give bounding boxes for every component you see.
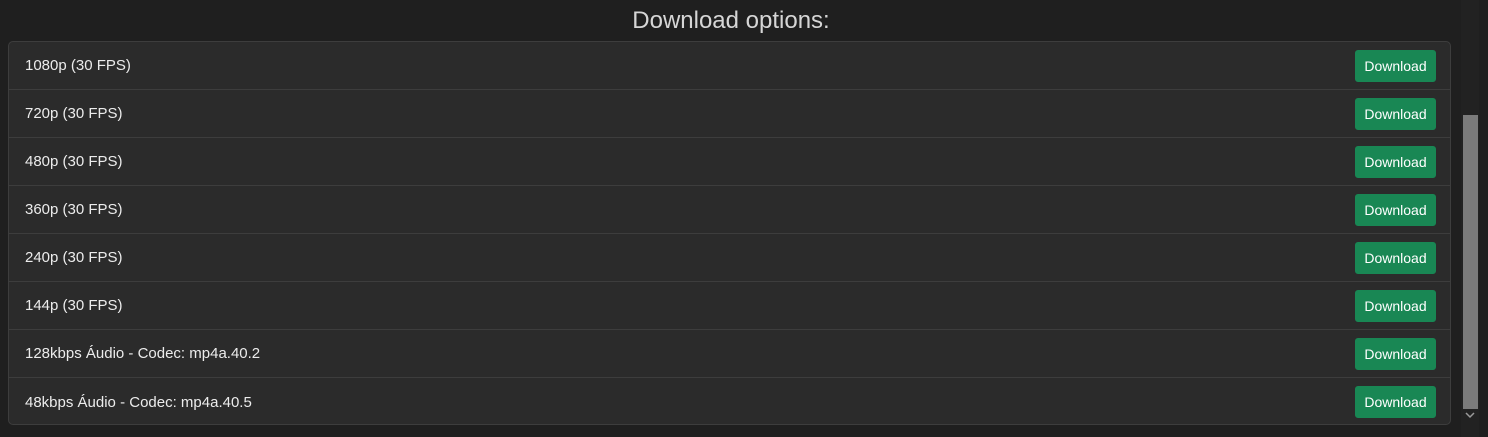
download-button[interactable]: Download [1355, 289, 1436, 322]
list-item: 144p (30 FPS) Download [9, 282, 1450, 330]
download-button[interactable]: Download [1355, 386, 1436, 418]
page: Download options: 1080p (30 FPS) Downloa… [0, 0, 1488, 437]
page-title: Download options: [632, 7, 830, 34]
option-label: 1080p (30 FPS) [25, 57, 131, 74]
download-button[interactable]: Download [1355, 193, 1436, 226]
option-label: 128kbps Áudio - Codec: mp4a.40.2 [25, 345, 261, 362]
list-item: 1080p (30 FPS) Download [9, 42, 1450, 90]
chevron-down-icon[interactable] [1461, 410, 1479, 424]
option-label: 720p (30 FPS) [25, 105, 123, 122]
option-label: 480p (30 FPS) [25, 153, 123, 170]
list-item: 360p (30 FPS) Download [9, 186, 1450, 234]
download-button[interactable]: Download [1355, 97, 1436, 130]
option-label: 48kbps Áudio - Codec: mp4a.40.5 [25, 393, 252, 411]
download-options-list: 1080p (30 FPS) Download 720p (30 FPS) Do… [8, 41, 1451, 425]
list-item: 240p (30 FPS) Download [9, 234, 1450, 282]
option-label: 240p (30 FPS) [25, 249, 123, 266]
download-button[interactable]: Download [1355, 145, 1436, 178]
option-label: 360p (30 FPS) [25, 201, 123, 218]
list-item: 48kbps Áudio - Codec: mp4a.40.5 Download [9, 378, 1450, 424]
download-button[interactable]: Download [1355, 49, 1436, 82]
download-button[interactable]: Download [1355, 241, 1436, 274]
list-item: 128kbps Áudio - Codec: mp4a.40.2 Downloa… [9, 330, 1450, 378]
scrollbar-thumb[interactable] [1463, 115, 1478, 409]
list-item: 480p (30 FPS) Download [9, 138, 1450, 186]
download-button[interactable]: Download [1355, 337, 1436, 370]
scrollbar[interactable] [1461, 0, 1479, 437]
list-item: 720p (30 FPS) Download [9, 90, 1450, 138]
option-label: 144p (30 FPS) [25, 297, 123, 314]
